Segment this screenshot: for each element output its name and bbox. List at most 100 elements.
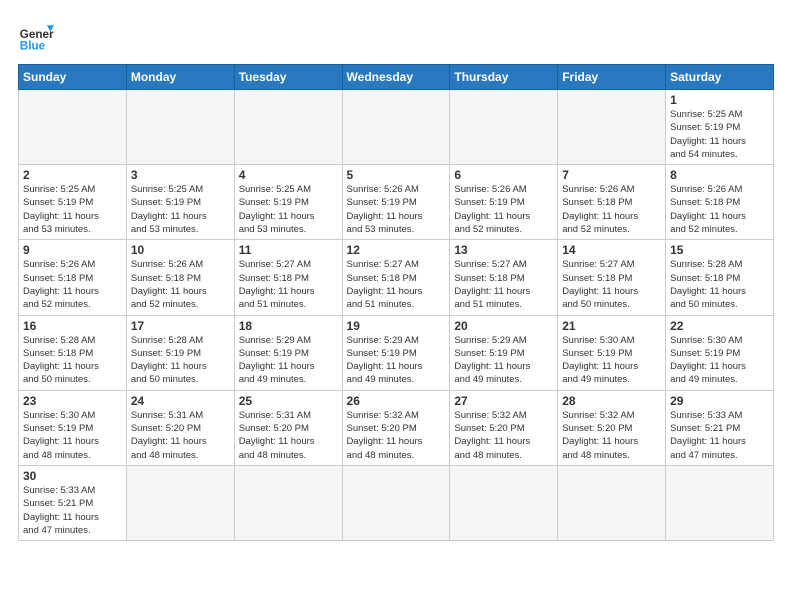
day-number: 25 xyxy=(239,394,338,408)
day-cell: 26Sunrise: 5:32 AM Sunset: 5:20 PM Dayli… xyxy=(342,390,450,465)
day-cell: 8Sunrise: 5:26 AM Sunset: 5:18 PM Daylig… xyxy=(666,165,774,240)
day-info: Sunrise: 5:27 AM Sunset: 5:18 PM Dayligh… xyxy=(347,258,446,311)
day-cell: 22Sunrise: 5:30 AM Sunset: 5:19 PM Dayli… xyxy=(666,315,774,390)
day-number: 15 xyxy=(670,243,769,257)
day-number: 2 xyxy=(23,168,122,182)
week-row-5: 30Sunrise: 5:33 AM Sunset: 5:21 PM Dayli… xyxy=(19,465,774,540)
day-info: Sunrise: 5:27 AM Sunset: 5:18 PM Dayligh… xyxy=(562,258,661,311)
day-cell: 20Sunrise: 5:29 AM Sunset: 5:19 PM Dayli… xyxy=(450,315,558,390)
day-info: Sunrise: 5:30 AM Sunset: 5:19 PM Dayligh… xyxy=(562,334,661,387)
day-number: 26 xyxy=(347,394,446,408)
svg-text:Blue: Blue xyxy=(20,40,46,53)
day-info: Sunrise: 5:26 AM Sunset: 5:18 PM Dayligh… xyxy=(562,183,661,236)
day-cell: 3Sunrise: 5:25 AM Sunset: 5:19 PM Daylig… xyxy=(126,165,234,240)
day-cell: 18Sunrise: 5:29 AM Sunset: 5:19 PM Dayli… xyxy=(234,315,342,390)
day-number: 17 xyxy=(131,319,230,333)
day-number: 10 xyxy=(131,243,230,257)
day-info: Sunrise: 5:33 AM Sunset: 5:21 PM Dayligh… xyxy=(670,409,769,462)
day-cell: 28Sunrise: 5:32 AM Sunset: 5:20 PM Dayli… xyxy=(558,390,666,465)
weekday-header-thursday: Thursday xyxy=(450,65,558,90)
header: General Blue xyxy=(18,18,774,54)
day-info: Sunrise: 5:27 AM Sunset: 5:18 PM Dayligh… xyxy=(239,258,338,311)
day-cell xyxy=(558,465,666,540)
day-number: 22 xyxy=(670,319,769,333)
day-info: Sunrise: 5:28 AM Sunset: 5:18 PM Dayligh… xyxy=(23,334,122,387)
day-info: Sunrise: 5:30 AM Sunset: 5:19 PM Dayligh… xyxy=(23,409,122,462)
day-cell: 7Sunrise: 5:26 AM Sunset: 5:18 PM Daylig… xyxy=(558,165,666,240)
day-info: Sunrise: 5:25 AM Sunset: 5:19 PM Dayligh… xyxy=(23,183,122,236)
day-cell xyxy=(666,465,774,540)
weekday-header-saturday: Saturday xyxy=(666,65,774,90)
day-cell: 14Sunrise: 5:27 AM Sunset: 5:18 PM Dayli… xyxy=(558,240,666,315)
day-cell: 30Sunrise: 5:33 AM Sunset: 5:21 PM Dayli… xyxy=(19,465,127,540)
weekday-header-row: SundayMondayTuesdayWednesdayThursdayFrid… xyxy=(19,65,774,90)
week-row-3: 16Sunrise: 5:28 AM Sunset: 5:18 PM Dayli… xyxy=(19,315,774,390)
day-cell xyxy=(126,465,234,540)
day-cell xyxy=(126,90,234,165)
week-row-2: 9Sunrise: 5:26 AM Sunset: 5:18 PM Daylig… xyxy=(19,240,774,315)
day-info: Sunrise: 5:31 AM Sunset: 5:20 PM Dayligh… xyxy=(131,409,230,462)
day-cell xyxy=(342,465,450,540)
day-cell: 27Sunrise: 5:32 AM Sunset: 5:20 PM Dayli… xyxy=(450,390,558,465)
day-info: Sunrise: 5:26 AM Sunset: 5:19 PM Dayligh… xyxy=(454,183,553,236)
day-cell: 29Sunrise: 5:33 AM Sunset: 5:21 PM Dayli… xyxy=(666,390,774,465)
day-number: 27 xyxy=(454,394,553,408)
day-number: 28 xyxy=(562,394,661,408)
week-row-4: 23Sunrise: 5:30 AM Sunset: 5:19 PM Dayli… xyxy=(19,390,774,465)
weekday-header-tuesday: Tuesday xyxy=(234,65,342,90)
day-number: 21 xyxy=(562,319,661,333)
day-number: 5 xyxy=(347,168,446,182)
day-info: Sunrise: 5:29 AM Sunset: 5:19 PM Dayligh… xyxy=(239,334,338,387)
day-cell: 10Sunrise: 5:26 AM Sunset: 5:18 PM Dayli… xyxy=(126,240,234,315)
day-number: 24 xyxy=(131,394,230,408)
day-info: Sunrise: 5:26 AM Sunset: 5:18 PM Dayligh… xyxy=(670,183,769,236)
day-info: Sunrise: 5:29 AM Sunset: 5:19 PM Dayligh… xyxy=(454,334,553,387)
day-cell: 12Sunrise: 5:27 AM Sunset: 5:18 PM Dayli… xyxy=(342,240,450,315)
day-cell xyxy=(558,90,666,165)
day-cell: 11Sunrise: 5:27 AM Sunset: 5:18 PM Dayli… xyxy=(234,240,342,315)
day-cell xyxy=(450,90,558,165)
day-info: Sunrise: 5:29 AM Sunset: 5:19 PM Dayligh… xyxy=(347,334,446,387)
day-cell: 2Sunrise: 5:25 AM Sunset: 5:19 PM Daylig… xyxy=(19,165,127,240)
day-cell: 6Sunrise: 5:26 AM Sunset: 5:19 PM Daylig… xyxy=(450,165,558,240)
day-info: Sunrise: 5:32 AM Sunset: 5:20 PM Dayligh… xyxy=(347,409,446,462)
day-number: 4 xyxy=(239,168,338,182)
day-info: Sunrise: 5:26 AM Sunset: 5:18 PM Dayligh… xyxy=(23,258,122,311)
day-info: Sunrise: 5:25 AM Sunset: 5:19 PM Dayligh… xyxy=(670,108,769,161)
week-row-0: 1Sunrise: 5:25 AM Sunset: 5:19 PM Daylig… xyxy=(19,90,774,165)
day-cell xyxy=(342,90,450,165)
day-number: 30 xyxy=(23,469,122,483)
logo: General Blue xyxy=(18,18,54,54)
weekday-header-friday: Friday xyxy=(558,65,666,90)
day-number: 14 xyxy=(562,243,661,257)
day-cell: 24Sunrise: 5:31 AM Sunset: 5:20 PM Dayli… xyxy=(126,390,234,465)
calendar-page: General Blue SundayMondayTuesdayWednesda… xyxy=(0,0,792,551)
day-info: Sunrise: 5:27 AM Sunset: 5:18 PM Dayligh… xyxy=(454,258,553,311)
day-cell: 5Sunrise: 5:26 AM Sunset: 5:19 PM Daylig… xyxy=(342,165,450,240)
day-number: 12 xyxy=(347,243,446,257)
day-number: 18 xyxy=(239,319,338,333)
weekday-header-monday: Monday xyxy=(126,65,234,90)
day-info: Sunrise: 5:25 AM Sunset: 5:19 PM Dayligh… xyxy=(239,183,338,236)
day-info: Sunrise: 5:32 AM Sunset: 5:20 PM Dayligh… xyxy=(454,409,553,462)
day-cell: 23Sunrise: 5:30 AM Sunset: 5:19 PM Dayli… xyxy=(19,390,127,465)
week-row-1: 2Sunrise: 5:25 AM Sunset: 5:19 PM Daylig… xyxy=(19,165,774,240)
logo-icon: General Blue xyxy=(18,18,54,54)
day-cell: 15Sunrise: 5:28 AM Sunset: 5:18 PM Dayli… xyxy=(666,240,774,315)
day-number: 20 xyxy=(454,319,553,333)
day-cell: 16Sunrise: 5:28 AM Sunset: 5:18 PM Dayli… xyxy=(19,315,127,390)
day-cell xyxy=(450,465,558,540)
weekday-header-sunday: Sunday xyxy=(19,65,127,90)
day-cell xyxy=(234,90,342,165)
day-cell xyxy=(19,90,127,165)
day-info: Sunrise: 5:28 AM Sunset: 5:18 PM Dayligh… xyxy=(670,258,769,311)
day-cell: 19Sunrise: 5:29 AM Sunset: 5:19 PM Dayli… xyxy=(342,315,450,390)
day-cell: 21Sunrise: 5:30 AM Sunset: 5:19 PM Dayli… xyxy=(558,315,666,390)
day-cell: 25Sunrise: 5:31 AM Sunset: 5:20 PM Dayli… xyxy=(234,390,342,465)
day-number: 7 xyxy=(562,168,661,182)
day-number: 8 xyxy=(670,168,769,182)
day-cell: 17Sunrise: 5:28 AM Sunset: 5:19 PM Dayli… xyxy=(126,315,234,390)
day-info: Sunrise: 5:26 AM Sunset: 5:19 PM Dayligh… xyxy=(347,183,446,236)
day-info: Sunrise: 5:32 AM Sunset: 5:20 PM Dayligh… xyxy=(562,409,661,462)
day-number: 19 xyxy=(347,319,446,333)
